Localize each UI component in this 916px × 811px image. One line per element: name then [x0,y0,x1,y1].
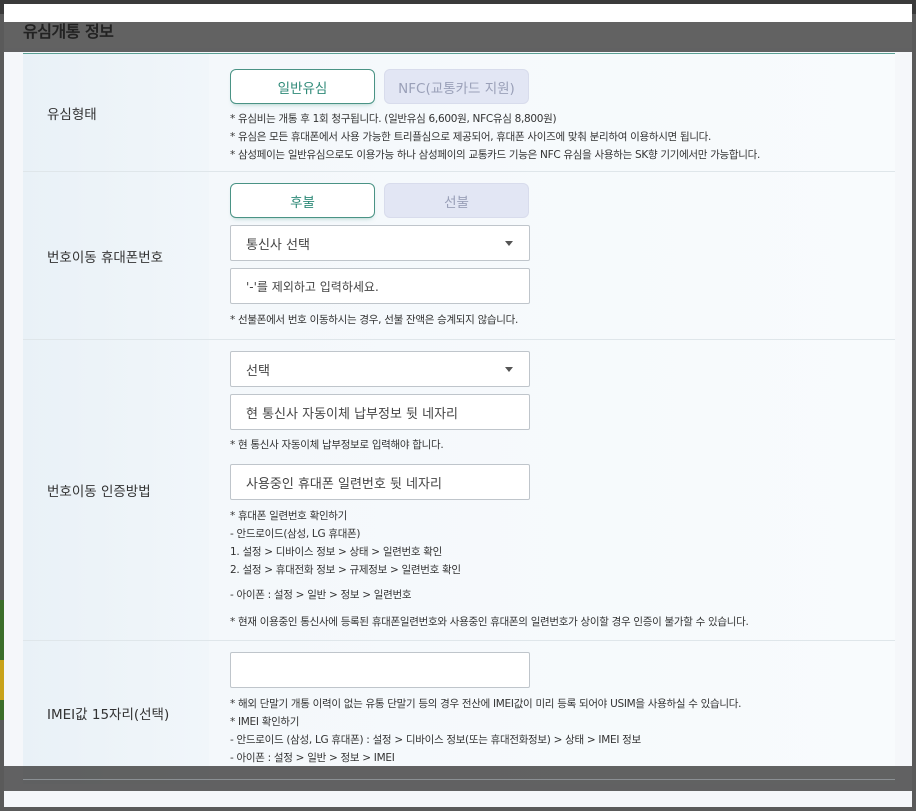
row-sim-type: 유심형태 일반유심 NFC(교통카드 지원) * 유심비는 개통 후 1회 청구… [23,54,895,172]
auth-method-select-value: 선택 [246,363,270,379]
imei-note: * IMEI 확인하기 [230,716,300,728]
auth-method-select[interactable]: 선택 [230,351,530,387]
imei-note: - 안드로이드 (삼성, LG 휴대폰) : 설정 > 디바이스 정보(또는 휴… [230,734,641,746]
imei-input[interactable] [230,652,530,688]
autopay-note: * 현 통신사 자동이체 납부정보로 입력해야 합니다. [230,439,444,451]
sim-note: * 삼성페이는 일반유심으로도 이용가능 하나 삼성페이의 교통카드 기능은 N… [230,149,761,161]
sim-note: * 유심은 모든 휴대폰에서 사용 가능한 트리플심으로 제공되어, 휴대폰 사… [230,131,712,143]
sim-activation-modal: 유심개통 정보 유심형태 일반유심 NFC(교통카드 지원) * 유심비는 개통… [4,4,912,807]
row-body: 일반유심 NFC(교통카드 지원) * 유심비는 개통 후 1회 청구됩니다. … [209,54,895,171]
imei-note: * 해외 단말기 개통 이력이 없는 유통 단말기 등의 경우 전산에 IMEI… [230,698,742,710]
row-imei: IMEI값 15자리(선택) * 해외 단말기 개통 이력이 없는 유통 단말기… [23,641,895,784]
serial-note: 1. 설정 > 디바이스 정보 > 상태 > 일련번호 확인 [230,546,443,558]
carrier-select[interactable]: 통신사 선택 [230,225,530,261]
prepaid-button[interactable]: 선불 [384,183,529,218]
row-label: 유심형태 [23,54,209,171]
header-overlay-bar [4,22,912,52]
row-label: 번호이동 인증방법 [23,340,209,640]
phone-number-input[interactable]: '-'를 제외하고 입력하세요. [230,268,530,304]
row-port-number: 번호이동 휴대폰번호 후불 선불 통신사 선택 '-'를 제외하고 입력하세요.… [23,172,895,340]
sim-note: * 유심비는 개통 후 1회 청구됩니다. (일반유심 6,600원, NFC유… [230,113,557,125]
sim-nfc-button[interactable]: NFC(교통카드 지원) [384,69,529,104]
chevron-down-icon [505,241,513,246]
row-auth-method: 번호이동 인증방법 선택 현 통신사 자동이체 납부정보 뒷 네자리 * 현 통… [23,340,895,641]
serial-note: - 안드로이드(삼성, LG 휴대폰) [230,528,361,540]
row-body: * 해외 단말기 개통 이력이 없는 유통 단말기 등의 경우 전산에 IMEI… [209,641,895,784]
prepaid-note: * 선불폰에서 번호 이동하시는 경우, 선불 잔액은 승계되지 않습니다. [230,314,519,326]
form-table: 유심형태 일반유심 NFC(교통카드 지원) * 유심비는 개통 후 1회 청구… [23,53,895,784]
iphone-note: - 아이폰 : 설정 > 일반 > 정보 > 일련번호 [230,589,412,601]
serial-number-input[interactable]: 사용중인 휴대폰 일련번호 뒷 네자리 [230,464,530,500]
chevron-down-icon [505,367,513,372]
row-label: IMEI값 15자리(선택) [23,641,209,784]
footer-divider [23,779,895,780]
row-label: 번호이동 휴대폰번호 [23,172,209,339]
mismatch-note: * 현재 이용중인 통신사에 등록된 휴대폰일련번호와 사용중인 휴대폰의 일련… [230,616,749,628]
row-body: 후불 선불 통신사 선택 '-'를 제외하고 입력하세요. * 선불폰에서 번호… [209,172,895,339]
modal-title: 유심개통 정보 [23,22,114,41]
postpaid-button[interactable]: 후불 [230,183,375,218]
imei-note: - 아이폰 : 설정 > 일반 > 정보 > IMEI [230,752,395,764]
row-body: 선택 현 통신사 자동이체 납부정보 뒷 네자리 * 현 통신사 자동이체 납부… [209,340,895,640]
serial-note: * 휴대폰 일련번호 확인하기 [230,510,348,522]
serial-note: 2. 설정 > 휴대전화 정보 > 규제정보 > 일련번호 확인 [230,564,461,576]
carrier-select-value: 통신사 선택 [246,237,310,253]
autopay-input[interactable]: 현 통신사 자동이체 납부정보 뒷 네자리 [230,394,530,430]
sim-general-button[interactable]: 일반유심 [230,69,375,104]
